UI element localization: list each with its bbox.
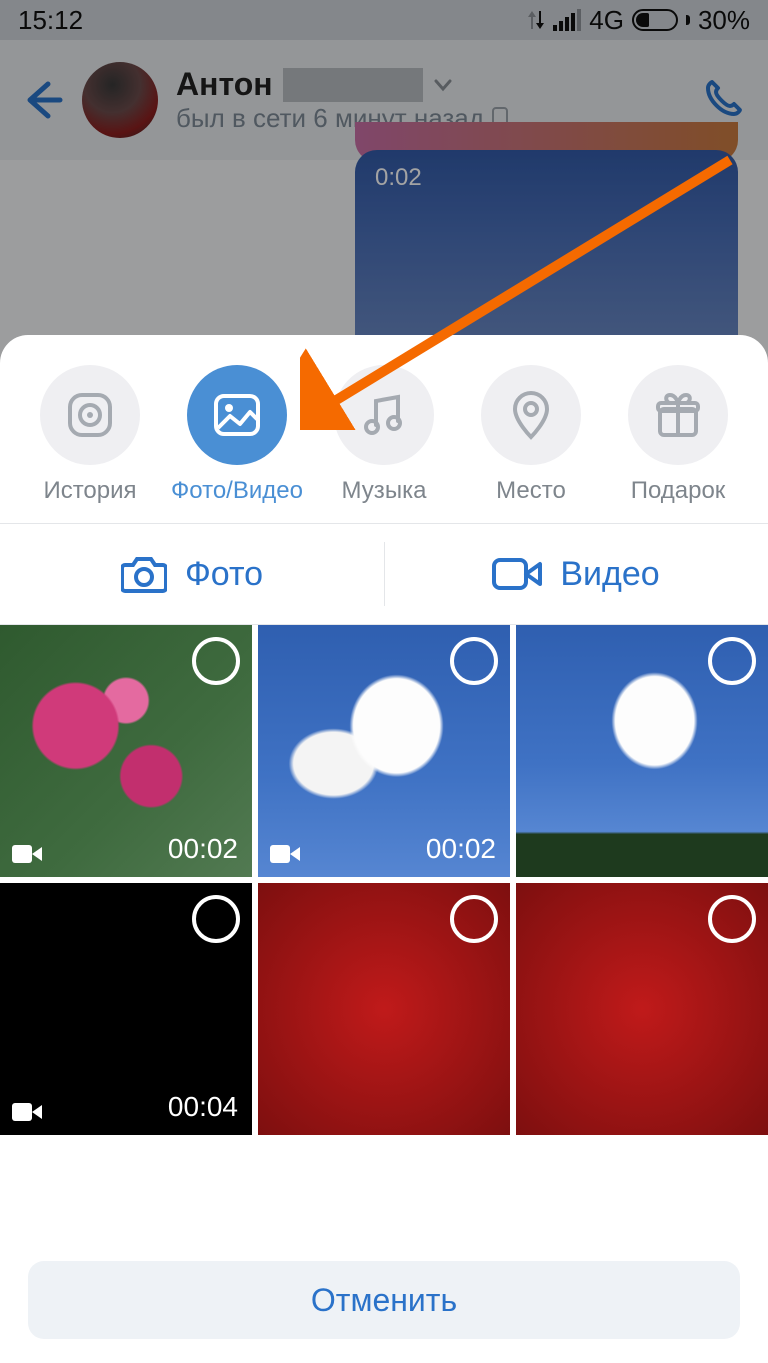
- battery-icon: [632, 9, 690, 31]
- subtab-row: Фото Видео: [0, 524, 768, 624]
- video-icon: [492, 556, 542, 592]
- chevron-down-icon: [433, 75, 453, 95]
- status-time: 15:12: [18, 5, 83, 36]
- location-pin-icon: [509, 389, 553, 441]
- thumb-duration: 00:04: [168, 1091, 238, 1123]
- select-circle[interactable]: [450, 895, 498, 943]
- gallery-thumb[interactable]: [516, 625, 768, 877]
- select-circle[interactable]: [708, 637, 756, 685]
- attach-sheet: История Фото/Видео Музыка: [0, 335, 768, 1363]
- attach-label: Подарок: [631, 477, 726, 505]
- status-right: 4G 30%: [527, 5, 750, 36]
- music-icon: [358, 389, 410, 441]
- attach-place[interactable]: Место: [461, 365, 601, 505]
- attach-music[interactable]: Музыка: [314, 365, 454, 505]
- signal-icon: [553, 9, 581, 31]
- call-button[interactable]: [700, 74, 748, 127]
- cancel-label: Отменить: [311, 1282, 457, 1319]
- camera-icon: [121, 555, 167, 593]
- back-button[interactable]: [20, 78, 64, 122]
- subtab-label: Видео: [560, 555, 659, 594]
- avatar[interactable]: [82, 62, 158, 138]
- chat-name: Антон: [176, 66, 273, 103]
- gallery-thumb[interactable]: 00:02: [258, 625, 510, 877]
- subtab-video[interactable]: Видео: [384, 524, 768, 624]
- gallery-thumb[interactable]: 00:04: [0, 883, 252, 1135]
- select-circle[interactable]: [192, 895, 240, 943]
- cancel-button[interactable]: Отменить: [28, 1261, 740, 1339]
- attach-gift[interactable]: Подарок: [608, 365, 748, 505]
- attach-type-row: История Фото/Видео Музыка: [0, 335, 768, 523]
- video-badge: [270, 843, 300, 865]
- chat-message-duration: 0:02: [375, 164, 422, 192]
- video-camera-icon: [270, 843, 300, 865]
- data-updown-icon: [527, 9, 545, 31]
- story-icon: [64, 389, 116, 441]
- video-camera-icon: [12, 843, 42, 865]
- attach-photo-video[interactable]: Фото/Видео: [167, 365, 307, 505]
- gallery-thumb[interactable]: [516, 883, 768, 1135]
- attach-label: Место: [496, 477, 566, 505]
- battery-pct: 30%: [698, 5, 750, 36]
- attach-label: Музыка: [342, 477, 427, 505]
- gallery: 00:02 00:02 00:04: [0, 625, 768, 1243]
- video-camera-icon: [12, 1101, 42, 1123]
- video-badge: [12, 1101, 42, 1123]
- select-circle[interactable]: [708, 895, 756, 943]
- select-circle[interactable]: [192, 637, 240, 685]
- network-label: 4G: [589, 5, 624, 36]
- thumb-duration: 00:02: [426, 833, 496, 865]
- subtab-label: Фото: [185, 555, 263, 594]
- gift-icon: [652, 389, 704, 441]
- thumb-duration: 00:02: [168, 833, 238, 865]
- attach-story[interactable]: История: [20, 365, 160, 505]
- attach-label: История: [43, 477, 136, 505]
- subtab-photo[interactable]: Фото: [0, 524, 384, 624]
- chat-name-redacted: [283, 68, 423, 102]
- attach-label: Фото/Видео: [171, 477, 303, 505]
- image-icon: [210, 388, 264, 442]
- select-circle[interactable]: [450, 637, 498, 685]
- gallery-thumb[interactable]: 00:02: [0, 625, 252, 877]
- video-badge: [12, 843, 42, 865]
- status-bar: 15:12 4G 30%: [0, 0, 768, 40]
- gallery-thumb[interactable]: [258, 883, 510, 1135]
